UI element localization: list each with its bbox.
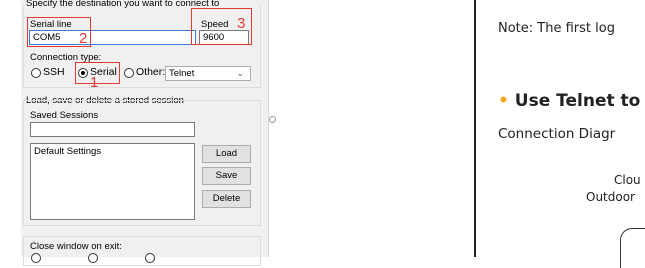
other-radio[interactable] <box>124 68 134 78</box>
resize-handle[interactable] <box>269 116 276 123</box>
other-protocol-value: Telnet <box>169 68 195 79</box>
heading-text: Use Telnet to <box>514 91 641 111</box>
save-button[interactable]: Save <box>202 167 251 185</box>
close-never-radio[interactable] <box>88 253 98 263</box>
subheading-text: Connection Diagr <box>498 126 616 142</box>
ssh-radio[interactable] <box>31 68 41 78</box>
chevron-down-icon: ⌄ <box>236 68 244 78</box>
annotation-number-2: 2 <box>79 30 88 47</box>
other-protocol-select[interactable]: Telnet ⌄ <box>165 66 251 81</box>
ssh-radio-label[interactable]: SSH <box>43 67 65 78</box>
sessions-list[interactable]: Default Settings <box>30 143 195 220</box>
close-clean-radio[interactable] <box>145 253 155 263</box>
load-button[interactable]: Load <box>202 145 251 163</box>
note-text: Note: The first log <box>498 21 615 36</box>
connection-settings-panel: Specify the destination you want to conn… <box>21 0 269 266</box>
diagram-label-outdoor: Outdoor <box>586 190 635 204</box>
annotation-number-1: 1 <box>90 74 99 91</box>
section-heading: • Use Telnet to <box>498 91 640 111</box>
diagram-device-box <box>620 228 645 268</box>
other-radio-label[interactable]: Other: <box>136 67 165 78</box>
annotation-number-3: 3 <box>237 15 246 32</box>
list-item[interactable]: Default Settings <box>34 146 191 157</box>
close-always-radio[interactable] <box>31 253 41 263</box>
delete-button[interactable]: Delete <box>202 190 251 208</box>
diagram-label-cloud: Clou <box>614 173 641 187</box>
saved-sessions-label: Saved Sessions <box>30 110 99 121</box>
heading-bullet: • <box>498 91 509 111</box>
document-page: Note: The first log • Use Telnet to Conn… <box>474 0 645 257</box>
close-window-label: Close window on exit: <box>30 241 122 252</box>
saved-sessions-input[interactable] <box>30 122 195 137</box>
